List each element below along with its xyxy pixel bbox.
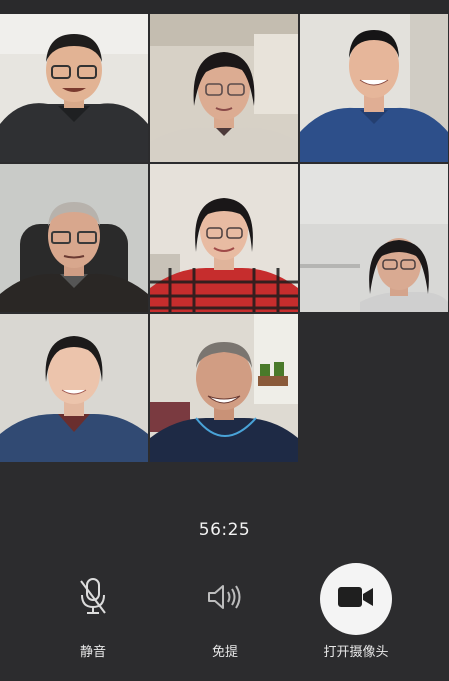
empty-tile [300, 314, 448, 462]
speaker-icon [205, 582, 245, 616]
participant-tile-8[interactable] [150, 314, 298, 462]
video-camera-icon [337, 584, 375, 614]
participant-grid [0, 14, 449, 464]
camera-button[interactable]: 打开摄像头 [296, 563, 416, 668]
participant-tile-2[interactable] [150, 14, 298, 162]
participant-tile-6[interactable] [300, 164, 448, 312]
status-bar [0, 0, 449, 14]
camera-label: 打开摄像头 [323, 645, 389, 660]
video-call-screen: 56:25 静音 免提 打开摄像头 [0, 0, 449, 681]
mute-label: 静音 [79, 645, 106, 660]
participant-tile-5[interactable] [150, 164, 298, 312]
participant-tile-4[interactable] [0, 164, 148, 312]
mic-off-icon [78, 577, 108, 621]
speaker-label: 免提 [211, 645, 238, 660]
participant-tile-7[interactable] [0, 314, 148, 462]
call-timer: 56:25 [198, 520, 251, 540]
mute-icon-wrap [57, 563, 129, 635]
mute-button[interactable]: 静音 [33, 563, 153, 668]
speaker-button[interactable]: 免提 [165, 563, 285, 668]
participant-tile-1[interactable] [0, 14, 148, 162]
camera-icon-wrap [320, 563, 392, 635]
speaker-icon-wrap [189, 563, 261, 635]
participant-tile-3[interactable] [300, 14, 448, 162]
